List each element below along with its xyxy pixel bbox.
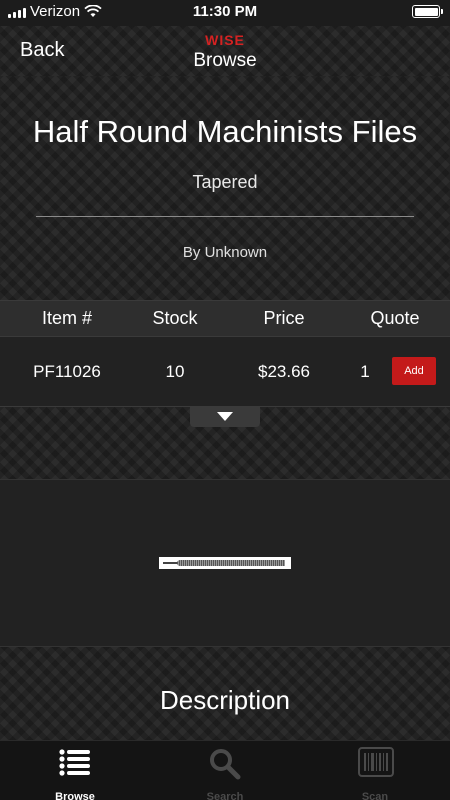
add-button[interactable]: Add (392, 357, 436, 385)
chevron-down-icon[interactable] (190, 407, 260, 427)
item-number: PF11026 (33, 362, 101, 381)
barcode-icon (358, 747, 394, 777)
tab-browse[interactable]: Browse (25, 747, 125, 800)
product-subtitle: Tapered (192, 172, 258, 192)
tab-bar: Browse Search Scan (0, 740, 450, 800)
product-manufacturer: By Unknown (182, 244, 268, 261)
battery-icon (412, 5, 443, 18)
status-time: 11:30 PM (192, 3, 258, 20)
table-header: Item # Stock Price Quote (0, 300, 450, 336)
tab-search[interactable]: Search (175, 747, 275, 800)
product-header: Half Round Machinists Files Tapered By U… (0, 76, 450, 300)
brand-logo: WISE (205, 32, 245, 48)
expand-area (0, 407, 450, 479)
tab-scan[interactable]: Scan (325, 747, 425, 800)
nav-title: Browse (193, 50, 257, 71)
tab-label-scan: Scan (361, 791, 389, 800)
table-row: PF11026 10 $23.66 1 Add (0, 336, 450, 407)
column-header-quote: Quote (370, 308, 420, 328)
product-image-area (0, 479, 450, 647)
divider (36, 216, 414, 217)
description-section: Description (0, 647, 450, 740)
column-header-stock: Stock (152, 308, 198, 328)
status-bar: Verizon 11:30 PM (0, 0, 450, 26)
description-heading[interactable]: Description (0, 685, 450, 716)
nav-bar: Back WISE Browse (0, 26, 450, 76)
product-title: Half Round Machinists Files (32, 114, 418, 149)
product-image[interactable] (159, 557, 291, 569)
column-header-item: Item # (41, 308, 93, 328)
file-body (177, 560, 285, 566)
tab-label-search: Search (206, 791, 244, 800)
list-icon (59, 749, 90, 776)
search-icon (210, 749, 241, 780)
quote-quantity[interactable]: 1 (350, 362, 380, 382)
stock-value: 10 (165, 362, 185, 381)
column-header-price: Price (263, 308, 305, 328)
tab-label-browse: Browse (55, 791, 95, 800)
price-value: $23.66 (258, 362, 310, 381)
